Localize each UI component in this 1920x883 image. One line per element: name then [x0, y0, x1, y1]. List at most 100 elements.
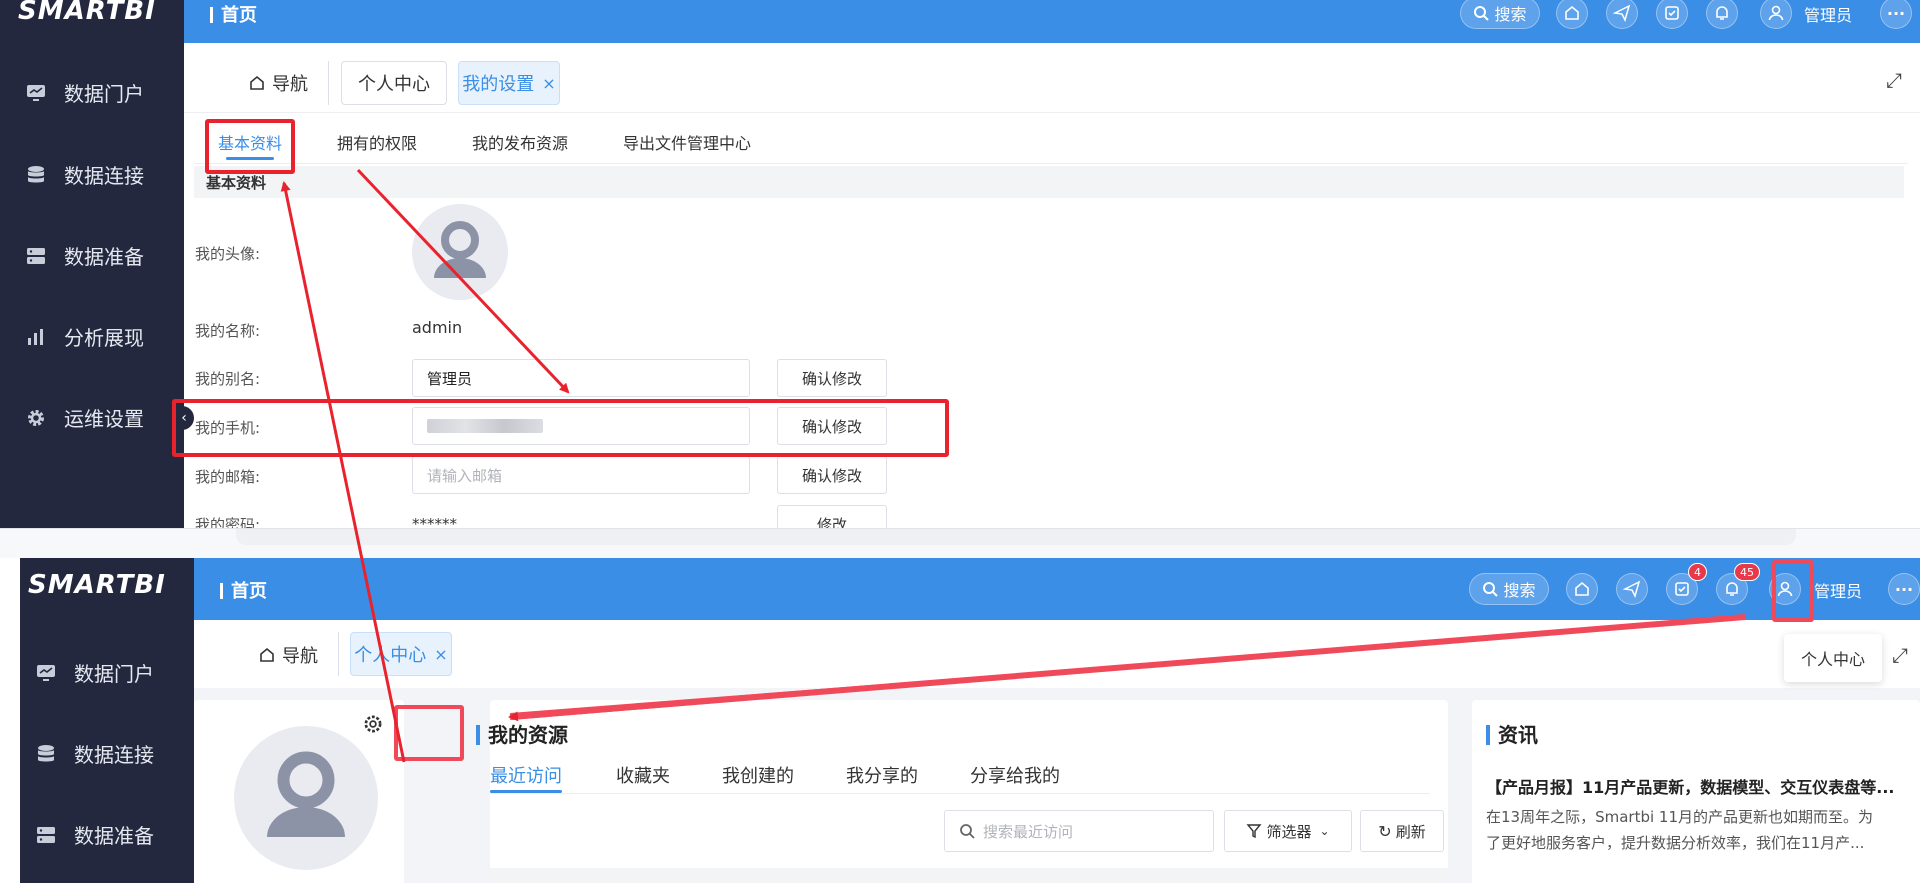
tab-label: 导航	[282, 646, 318, 667]
home-icon	[250, 75, 264, 90]
notification-button[interactable]	[1706, 0, 1738, 29]
refresh-button[interactable]: ↻ 刷新	[1360, 810, 1444, 852]
sidebar-item-label: 数据连接	[74, 743, 154, 767]
tab-label: 导航	[272, 74, 308, 95]
page-title: 首页	[210, 1, 257, 27]
table-header-strip	[490, 868, 1448, 883]
checklist-icon	[1665, 6, 1679, 20]
news-summary-line2: 了更好地服务客户，提升数据分析效率，我们在11月产...	[1486, 834, 1865, 852]
sidebar-item-ops[interactable]: 运维设置	[26, 403, 144, 432]
subtab-published-resources[interactable]: 我的发布资源	[472, 130, 568, 154]
send-button[interactable]	[1616, 573, 1648, 605]
subtab-permissions[interactable]: 拥有的权限	[337, 130, 417, 154]
topbar: 首页 搜索 4 45 管理员 ···	[194, 558, 1920, 620]
sidebar-item-label: 数据准备	[74, 824, 154, 848]
search-button[interactable]: 搜索	[1460, 0, 1540, 29]
bottom-screenshot: SMARTBI 数据门户 数据连接 数据准备 首页 搜索 4 45 管理员 ··…	[20, 558, 1920, 883]
more-button[interactable]: ···	[1888, 573, 1920, 605]
password-value: ******	[412, 515, 457, 528]
server-icon	[27, 247, 45, 264]
tab-shared[interactable]: 我分享的	[846, 762, 918, 788]
tab-nav[interactable]: 导航	[258, 642, 318, 668]
search-button[interactable]: 搜索	[1469, 573, 1549, 605]
avatar[interactable]	[1760, 0, 1792, 29]
avatar-label: 我的头像:	[195, 245, 261, 263]
alias-label: 我的别名:	[195, 370, 261, 388]
fullscreen-icon[interactable]: ⤢	[1886, 68, 1902, 92]
refresh-label: 刷新	[1395, 822, 1426, 841]
top-screenshot: SMARTBI 数据门户 数据连接 数据准备 分析展现 运维设置 ‹ 首页 搜索	[0, 0, 1920, 528]
home-icon	[1565, 5, 1579, 20]
fullscreen-icon[interactable]: ⤢	[1892, 643, 1908, 667]
tab-label: 个人中心	[358, 74, 430, 95]
sidebar-item-label: 数据门户	[64, 82, 144, 106]
sidebar-item-portal[interactable]: 数据门户	[26, 78, 144, 107]
filter-button[interactable]: 筛选器 ⌄	[1224, 810, 1352, 852]
bell-icon	[1726, 582, 1738, 596]
close-icon[interactable]: ×	[542, 74, 555, 93]
sidebar-item-label: 数据门户	[74, 662, 154, 686]
checklist-icon	[1675, 582, 1689, 596]
tab-shared-with-me[interactable]: 分享给我的	[970, 762, 1060, 788]
news-headline[interactable]: 【产品月报】11月产品更新，数据模型、交互仪表盘等...	[1486, 774, 1895, 798]
user-avatar-icon	[267, 751, 345, 837]
more-button[interactable]: ···	[1880, 0, 1912, 29]
tab-bar: 导航 个人中心 ×	[194, 620, 1920, 688]
tasks-button[interactable]	[1656, 0, 1688, 29]
email-label: 我的邮箱:	[195, 468, 261, 486]
dropdown-item-personal-center[interactable]: 个人中心	[1801, 646, 1865, 670]
avatar[interactable]	[412, 204, 508, 300]
avatar[interactable]	[234, 726, 378, 870]
tab-personal-center[interactable]: 个人中心	[341, 61, 447, 105]
news-title: 资讯	[1486, 719, 1538, 748]
sidebar: SMARTBI 数据门户 数据连接 数据准备	[20, 558, 194, 883]
sidebar-item-prep[interactable]: 数据准备	[36, 820, 154, 849]
email-input[interactable]: 请输入邮箱	[412, 456, 750, 494]
section-header-title: 基本资料	[206, 174, 267, 192]
monitor-icon	[37, 664, 55, 681]
home-button[interactable]	[1556, 0, 1588, 29]
sidebar-item-prep[interactable]: 数据准备	[26, 241, 144, 270]
subtab-export-center[interactable]: 导出文件管理中心	[623, 130, 751, 154]
search-icon	[960, 824, 975, 839]
sidebar-item-connection[interactable]: 数据连接	[36, 739, 154, 768]
tab-my-settings[interactable]: 我的设置 ×	[458, 61, 560, 105]
search-recent-input[interactable]: 搜索最近访问	[944, 810, 1214, 852]
sidebar-item-portal[interactable]: 数据门户	[36, 658, 154, 687]
highlight-settings-gear	[394, 705, 464, 761]
tab-bar: 导航 个人中心 我的设置 × ⤢	[184, 43, 1920, 113]
sidebar-item-analysis[interactable]: 分析展现	[26, 322, 144, 351]
home-icon	[1575, 581, 1589, 596]
monitor-icon	[27, 84, 45, 101]
bell-icon	[1716, 6, 1728, 20]
search-icon	[1483, 582, 1499, 597]
tab-recent[interactable]: 最近访问	[490, 762, 562, 788]
browser-address-bar	[236, 529, 1796, 545]
chevron-down-icon: ⌄	[1319, 824, 1330, 838]
user-name[interactable]: 管理员	[1804, 2, 1852, 26]
close-icon[interactable]: ×	[434, 645, 447, 664]
alias-input[interactable]: 管理员	[412, 359, 750, 397]
gear-icon	[28, 409, 44, 426]
settings-subtabs: 基本资料 拥有的权限 我的发布资源 导出文件管理中心	[194, 120, 1908, 164]
filter-label: 筛选器	[1266, 822, 1312, 841]
highlight-phone-row	[172, 399, 949, 457]
sidebar-item-label: 分析展现	[64, 326, 144, 350]
brand-logo: SMARTBI	[18, 0, 156, 26]
database-icon	[38, 744, 54, 761]
settings-gear-button[interactable]	[359, 710, 387, 738]
search-label: 搜索	[1503, 581, 1536, 600]
tab-personal-center[interactable]: 个人中心 ×	[350, 632, 452, 676]
password-modify-button[interactable]: 修改	[777, 505, 887, 528]
sidebar-item-connection[interactable]: 数据连接	[26, 160, 144, 189]
send-button[interactable]	[1606, 0, 1638, 29]
alias-confirm-button[interactable]: 确认修改	[777, 359, 887, 397]
sidebar-item-label: 数据连接	[64, 164, 144, 188]
user-name[interactable]: 管理员	[1814, 578, 1862, 602]
tab-created[interactable]: 我创建的	[722, 762, 794, 788]
tab-divider	[328, 61, 329, 105]
tab-nav[interactable]: 导航	[248, 70, 308, 96]
tab-favorites[interactable]: 收藏夹	[616, 762, 670, 788]
email-confirm-button[interactable]: 确认修改	[777, 456, 887, 494]
home-button[interactable]	[1566, 573, 1598, 605]
